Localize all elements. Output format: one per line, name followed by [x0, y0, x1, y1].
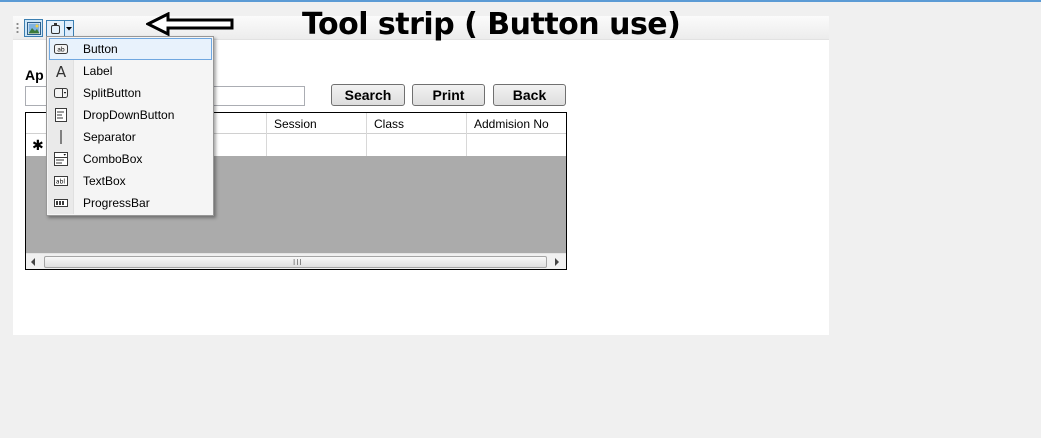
combobox-icon [54, 152, 68, 166]
tool-strip-grip-icon[interactable] [16, 22, 19, 35]
picture-button[interactable] [24, 19, 43, 37]
progressbar-icon [54, 199, 68, 207]
dropdown-button-icon [55, 108, 67, 122]
separator-icon [60, 130, 62, 144]
label-icon: A [56, 63, 67, 79]
menu-item-split-button[interactable]: SplitButton [49, 82, 212, 104]
grid-column-header-session[interactable]: Session [267, 113, 367, 134]
button-icon: ab [54, 44, 68, 54]
chevron-left-icon [31, 258, 35, 266]
menu-item-label: Button [83, 42, 118, 56]
grid-column-header-admission-no[interactable]: Addmision No [467, 113, 566, 134]
table-cell[interactable] [367, 134, 467, 156]
scroll-left-button[interactable] [26, 254, 42, 269]
row-header-cell[interactable]: ✱ [26, 134, 48, 156]
add-toolstrip-item-button[interactable] [46, 20, 74, 37]
new-row-icon: ✱ [32, 137, 44, 153]
window-top-border [0, 0, 1041, 2]
form-label: Ap [25, 67, 44, 83]
textbox-icon: abl [54, 176, 68, 186]
add-item-dropdown-menu: ab Button A Label SplitButton DropDownBu… [46, 36, 214, 216]
menu-item-label: Separator [83, 130, 136, 144]
menu-item-dropdown-button[interactable]: DropDownButton [49, 104, 212, 126]
menu-item-separator[interactable]: Separator [49, 126, 212, 148]
back-button[interactable]: Back [493, 84, 566, 106]
menu-item-label: ComboBox [83, 152, 143, 166]
search-button[interactable]: Search [331, 84, 405, 106]
horizontal-scrollbar[interactable]: III [26, 253, 566, 269]
chevron-right-icon [555, 258, 559, 266]
menu-item-label: ProgressBar [83, 196, 150, 210]
menu-item-progressbar[interactable]: ProgressBar [49, 192, 212, 214]
menu-item-combobox[interactable]: ComboBox [49, 148, 212, 170]
add-item-dropdown-toggle[interactable] [64, 21, 73, 36]
chevron-down-icon [66, 27, 72, 31]
arrow-icon [146, 12, 234, 36]
split-button-icon [54, 88, 68, 98]
add-item-icon [51, 23, 60, 34]
table-cell[interactable] [267, 134, 367, 156]
menu-item-button[interactable]: ab Button [49, 38, 212, 60]
print-button[interactable]: Print [412, 84, 485, 106]
grid-column-header-class[interactable]: Class [367, 113, 467, 134]
svg-text:A: A [56, 63, 67, 79]
annotation-title: Tool strip ( Button use) [302, 7, 681, 42]
menu-item-label: TextBox [83, 174, 126, 188]
svg-text:ab: ab [57, 47, 65, 54]
svg-text:abl: abl [56, 179, 65, 186]
menu-item-label-control[interactable]: A Label [49, 60, 212, 82]
menu-item-label: Label [83, 64, 113, 78]
picture-icon [27, 22, 41, 35]
scroll-right-button[interactable] [550, 254, 566, 269]
menu-item-textbox[interactable]: abl TextBox [49, 170, 212, 192]
scrollbar-thumb[interactable]: III [44, 256, 547, 268]
menu-item-label: SplitButton [83, 86, 142, 100]
menu-item-label: DropDownButton [83, 108, 175, 122]
table-cell[interactable] [467, 134, 566, 156]
scroll-grip: III [293, 258, 303, 267]
